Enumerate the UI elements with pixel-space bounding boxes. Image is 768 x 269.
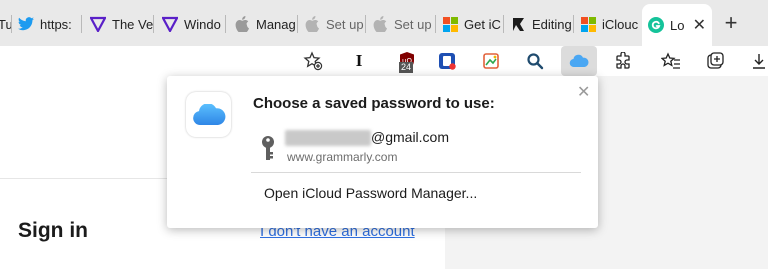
instapaper-icon[interactable]: I: [344, 46, 374, 76]
tab-label: Get iC: [464, 16, 501, 32]
extensions-icon[interactable]: [608, 46, 638, 76]
search-icon[interactable]: [520, 46, 550, 76]
credential-email: @gmail.com: [371, 129, 450, 145]
tab-label: Set up: [394, 16, 432, 32]
toolbar: I uO 24: [0, 46, 768, 76]
photo-extension-icon[interactable]: [476, 46, 506, 76]
address-bar[interactable]: [0, 46, 330, 76]
extension-badge: 24: [399, 62, 414, 73]
key-icon: [261, 136, 275, 167]
tab-7[interactable]: Set up: [366, 4, 436, 44]
tab-5[interactable]: Manag: [228, 4, 298, 44]
ublock-icon[interactable]: uO 24: [392, 46, 422, 76]
tab-active-grammarly[interactable]: Lo ✕: [642, 4, 712, 46]
tab-separator: [153, 15, 154, 33]
apple-icon: [234, 16, 250, 32]
popup-title: Choose a saved password to use:: [253, 95, 495, 112]
tab-9[interactable]: Editing: [504, 4, 574, 44]
tab-3[interactable]: The Ve: [84, 4, 154, 44]
download-icon[interactable]: [744, 46, 768, 76]
editing-icon: [510, 16, 526, 32]
icloud-passwords-button[interactable]: [561, 46, 597, 76]
add-favorite-icon[interactable]: [298, 46, 328, 76]
collections-icon[interactable]: [700, 46, 730, 76]
tab-close-icon[interactable]: ✕: [693, 15, 706, 35]
credential-site: www.grammarly.com: [287, 150, 398, 164]
favorites-icon[interactable]: [656, 46, 686, 76]
tab-label: Lo: [670, 17, 685, 33]
verge-icon: [90, 16, 106, 32]
tab-label: iClouc: [602, 16, 639, 32]
tab-8[interactable]: Get iC: [436, 4, 504, 44]
tab-separator: [225, 15, 226, 33]
open-password-manager-link[interactable]: Open iCloud Password Manager...: [264, 185, 477, 201]
icloud-password-popup: Choose a saved password to use: ✕ @gmail…: [167, 76, 598, 228]
tab-2[interactable]: https:: [12, 4, 82, 44]
apple-icon: [304, 16, 320, 32]
microsoft-icon: [442, 16, 458, 32]
tab-4[interactable]: Windo: [156, 4, 226, 44]
new-tab-button[interactable]: +: [716, 8, 746, 38]
tab-6[interactable]: Set up: [298, 4, 366, 44]
apple-icon: [372, 16, 388, 32]
redacted-username: [285, 130, 371, 146]
bitwarden-icon[interactable]: [432, 46, 462, 76]
tab-label: https:: [40, 16, 72, 32]
tab-label: Windo: [184, 16, 221, 32]
tab-strip: Tu https: The Ve Windo Manag Set up Set …: [0, 0, 768, 46]
sign-in-heading: Sign in: [18, 219, 88, 242]
tab-separator: [81, 15, 82, 33]
tab-1[interactable]: Tu: [0, 4, 12, 44]
verge-icon: [162, 16, 178, 32]
tab-label: The Ve: [112, 16, 154, 32]
tab-label: Editing: [532, 16, 572, 32]
twitter-icon: [18, 16, 34, 32]
close-icon[interactable]: ✕: [577, 82, 590, 102]
microsoft-icon: [580, 16, 596, 32]
tab-label: Set up: [326, 16, 364, 32]
saved-credential-item[interactable]: @gmail.com www.grammarly.com: [251, 124, 581, 170]
tab-10[interactable]: iClouc: [574, 4, 642, 44]
tab-label: Manag: [256, 16, 296, 32]
grammarly-icon: [648, 17, 664, 33]
popup-divider: [251, 172, 581, 173]
icloud-logo-icon: [186, 92, 231, 137]
